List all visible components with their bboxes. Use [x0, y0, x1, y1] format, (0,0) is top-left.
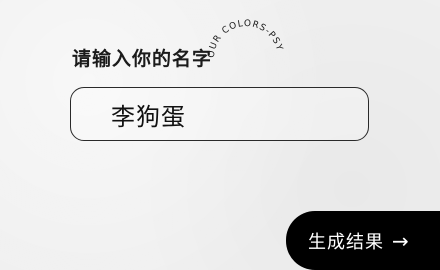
- generate-result-label: 生成结果: [308, 231, 384, 253]
- arrow-right-icon: →: [392, 228, 409, 253]
- badge-text: OUR COLORS-PSY: [207, 19, 284, 59]
- curved-text-badge: OUR COLORS-PSY: [207, 19, 284, 59]
- name-input-field[interactable]: 李狗蛋: [70, 87, 369, 141]
- name-input-value[interactable]: 李狗蛋: [111, 97, 186, 132]
- name-prompt-label: 请输入你的名字: [72, 48, 213, 70]
- generate-result-button[interactable]: 生成结果 →: [286, 211, 440, 270]
- badge-text-path: OUR COLORS-PSY: [207, 19, 283, 59]
